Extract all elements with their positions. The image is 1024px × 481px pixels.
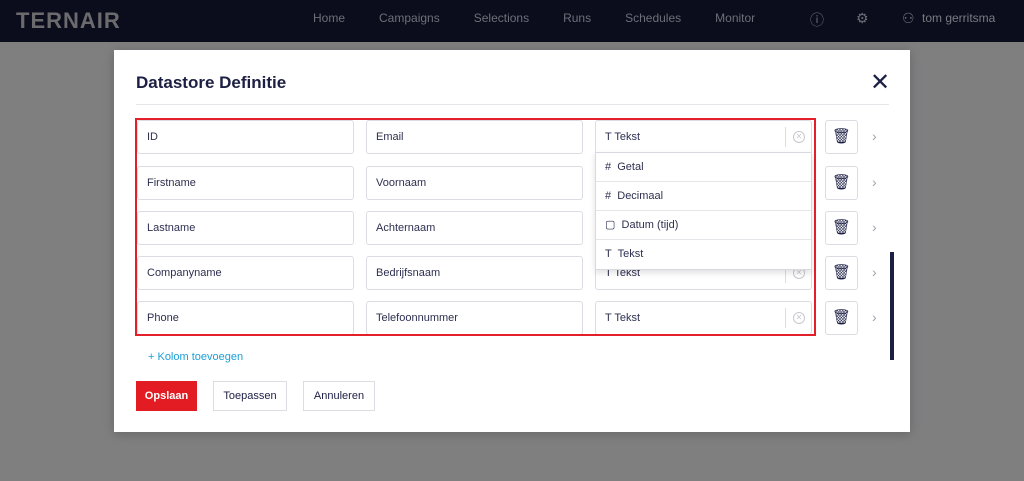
top-navbar: TERNAIR Home Campaigns Selections Runs S… — [0, 0, 1024, 42]
chevron-right-icon[interactable]: › — [872, 174, 877, 190]
option-label: Getal — [617, 161, 644, 173]
text-icon: T — [605, 248, 612, 260]
trash-icon: 🗑 — [831, 128, 852, 145]
delete-row-button[interactable]: 🗑 — [825, 301, 858, 335]
chevron-right-icon[interactable]: › — [872, 309, 877, 325]
trash-icon: 🗑 — [831, 309, 852, 326]
delete-row-button[interactable]: 🗑 — [825, 120, 858, 154]
type-dropdown: # Getal # Decimaal ▢ Datum (tijd) T Teks… — [595, 152, 812, 270]
nav-campaigns[interactable]: Campaigns — [379, 11, 440, 25]
hash-icon: # — [605, 161, 612, 173]
help-icon[interactable]: ⓘ — [810, 10, 824, 30]
nav-schedules[interactable]: Schedules — [625, 11, 681, 25]
datastore-modal: Datastore Definitie ✕ ID Email T Tekst ✕ … — [114, 50, 910, 432]
close-icon[interactable]: ✕ — [870, 68, 890, 97]
apply-button[interactable]: Toepassen — [213, 381, 287, 411]
divider — [136, 104, 889, 105]
nav-runs[interactable]: Runs — [563, 11, 591, 25]
modal-title: Datastore Definitie — [136, 73, 287, 92]
option-label: Decimaal — [617, 190, 664, 202]
hash-icon: # — [605, 190, 612, 202]
delete-row-button[interactable]: 🗑 — [825, 211, 858, 245]
calendar-icon: ▢ — [605, 219, 616, 231]
chevron-right-icon[interactable]: › — [872, 219, 877, 235]
gear-icon[interactable]: ⚙ — [856, 10, 869, 27]
option-decimaal[interactable]: # Decimaal — [596, 182, 811, 211]
cancel-button[interactable]: Annuleren — [303, 381, 375, 411]
option-label: Datum (tijd) — [621, 219, 679, 231]
chevron-right-icon[interactable]: › — [872, 264, 877, 280]
nav-monitor[interactable]: Monitor — [715, 11, 755, 25]
trash-icon: 🗑 — [831, 264, 852, 281]
trash-icon: 🗑 — [831, 174, 852, 191]
nav-selections[interactable]: Selections — [474, 11, 529, 25]
option-tekst[interactable]: T Tekst — [596, 240, 811, 269]
option-getal[interactable]: # Getal — [596, 153, 811, 182]
user-name[interactable]: tom gerritsma — [922, 11, 995, 25]
user-icon: ⚇ — [902, 10, 915, 26]
save-button[interactable]: Opslaan — [136, 381, 197, 411]
chevron-right-icon[interactable]: › — [872, 128, 877, 144]
add-column-link[interactable]: + Kolom toevoegen — [148, 351, 243, 363]
delete-row-button[interactable]: 🗑 — [825, 166, 858, 200]
option-datum[interactable]: ▢ Datum (tijd) — [596, 211, 811, 240]
option-label: Tekst — [617, 248, 644, 260]
scrollbar[interactable] — [890, 252, 894, 360]
trash-icon: 🗑 — [831, 219, 852, 236]
logo: TERNAIR — [16, 8, 121, 33]
delete-row-button[interactable]: 🗑 — [825, 256, 858, 290]
nav-home[interactable]: Home — [313, 11, 345, 25]
